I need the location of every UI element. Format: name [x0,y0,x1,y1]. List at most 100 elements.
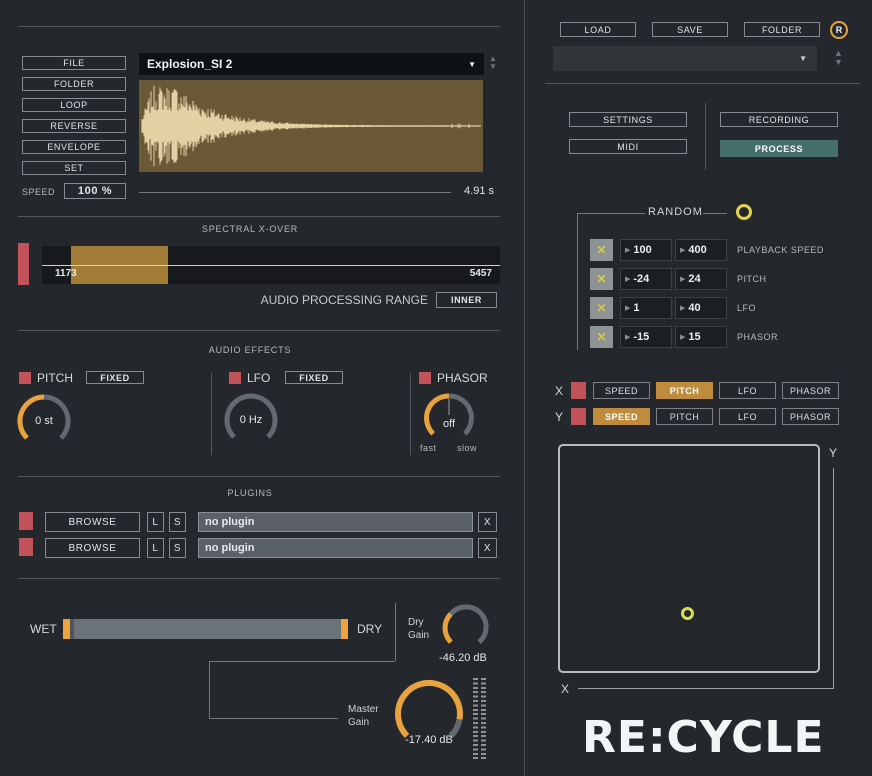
plugin-window: FILE FOLDER LOOP REVERSE ENVELOPE SET SP… [0,0,872,776]
x-assign-phasor-button[interactable]: PHASOR [782,382,839,399]
random-speed-max-value: 400 [688,244,706,256]
y-assign-speed-button[interactable]: SPEED [593,408,650,425]
divider [18,216,500,217]
plugin2-solo-button[interactable]: S [169,538,186,558]
random-speed-max-field[interactable]: ▶ 400 [675,239,727,261]
dry-gain-knob[interactable] [440,603,490,653]
wet-label: WET [30,622,57,636]
random-lfo-toggle[interactable]: ✕ [590,297,613,319]
settings-button[interactable]: SETTINGS [569,112,687,127]
randomize-badge[interactable]: R [830,21,848,39]
reverse-button[interactable]: REVERSE [22,119,126,133]
x-axis-enable-indicator[interactable] [571,382,586,399]
save-button[interactable]: SAVE [652,22,728,37]
random-phasor-min-value: -15 [633,331,649,343]
random-pitch-toggle[interactable]: ✕ [590,268,613,290]
loop-button[interactable]: LOOP [22,98,126,112]
midi-button[interactable]: MIDI [569,139,687,154]
plugin2-remove-button[interactable]: X [478,538,497,558]
stepper-down-icon[interactable]: ▼ [834,58,843,67]
phasor-knob[interactable]: off [422,391,476,445]
sample-stepper[interactable]: ▲ ▼ [489,55,497,71]
y-assign-pitch-button[interactable]: PITCH [656,408,713,425]
recording-button[interactable]: RECORDING [720,112,838,127]
xy-pad[interactable] [558,444,820,673]
preset-stepper[interactable]: ▲ ▼ [834,49,843,67]
xy-pad-puck[interactable] [681,607,694,620]
x-assign-pitch-button[interactable]: PITCH [656,382,713,399]
preset-select[interactable]: ▼ [553,46,817,71]
plugin2-name-field[interactable]: no plugin [198,538,473,558]
plugin1-browse-button[interactable]: BROWSE [45,512,140,532]
plugin1-name-field[interactable]: no plugin [198,512,473,532]
phasor-label: PHASOR [437,371,488,385]
lfo-enable-indicator[interactable] [229,372,241,384]
pitch-mode-button[interactable]: FIXED [86,371,144,384]
random-phasor-toggle[interactable]: ✕ [590,326,613,348]
waveform-icon [139,80,483,172]
random-section-title: RANDOM [648,206,703,218]
random-speed-min-field[interactable]: ▶ 100 [620,239,672,261]
spectral-enable-indicator[interactable] [18,243,29,285]
random-phasor-min-field[interactable]: ▶ -15 [620,326,672,348]
sample-select[interactable]: Explosion_SI 2 ▼ [139,53,484,75]
wet-dry-handle-left[interactable] [63,619,70,639]
stepper-down-icon[interactable]: ▼ [489,63,497,71]
wet-dry-slider[interactable] [63,619,348,639]
wet-dry-handle-right[interactable] [341,619,348,639]
lfo-value: 0 Hz [222,414,280,426]
envelope-button[interactable]: ENVELOPE [22,140,126,154]
pitch-knob[interactable]: 0 st [15,392,73,450]
plugin1-enable-indicator[interactable] [19,512,33,530]
x-axis-row-label: X [555,384,563,398]
chevron-down-icon: ▼ [799,54,807,63]
lfo-knob[interactable]: 0 Hz [222,391,280,449]
pitch-value: 0 st [15,415,73,427]
x-assign-lfo-button[interactable]: LFO [719,382,776,399]
chevron-down-icon: ▼ [468,60,476,69]
file-button[interactable]: FILE [22,56,126,70]
plugin2-browse-button[interactable]: BROWSE [45,538,140,558]
plugin1-solo-button[interactable]: S [169,512,186,532]
random-phasor-max-field[interactable]: ▶ 15 [675,326,727,348]
y-assign-phasor-button[interactable]: PHASOR [782,408,839,425]
speed-value-field[interactable]: 100 % [64,183,126,199]
random-lfo-min-field[interactable]: ▶ 1 [620,297,672,319]
connector [209,661,210,718]
load-button[interactable]: LOAD [560,22,636,37]
random-lfo-max-field[interactable]: ▶ 40 [675,297,727,319]
timeline [139,192,451,193]
x-assign-speed-button[interactable]: SPEED [593,382,650,399]
plugin1-remove-button[interactable]: X [478,512,497,532]
pitch-enable-indicator[interactable] [19,372,31,384]
pad-x-axis-label: X [561,682,569,696]
random-speed-toggle[interactable]: ✕ [590,239,613,261]
output-meter-left [473,678,478,760]
master-gain-value: -17.40 dB [398,734,460,746]
set-button[interactable]: SET [22,161,126,175]
random-pitch-max-field[interactable]: ▶ 24 [675,268,727,290]
triangle-right-icon: ▶ [680,275,685,283]
processing-range-mode-button[interactable]: INNER [436,292,497,308]
y-assign-lfo-button[interactable]: LFO [719,408,776,425]
phasor-max-label: slow [457,443,477,453]
folder-button[interactable]: FOLDER [22,77,126,91]
waveform-display[interactable] [139,80,483,172]
spectral-low-value: 1173 [55,268,77,279]
spectral-xover-slider[interactable]: 1173 5457 [42,246,500,284]
triangle-right-icon: ▶ [680,246,685,254]
lfo-mode-button[interactable]: FIXED [285,371,343,384]
plugin2-enable-indicator[interactable] [19,538,33,556]
plugin2-link-button[interactable]: L [147,538,164,558]
master-gain-label: Master Gain [348,703,379,729]
plugin1-link-button[interactable]: L [147,512,164,532]
effects-section-title: AUDIO EFFECTS [0,345,500,355]
y-axis-enable-indicator[interactable] [571,408,586,425]
random-trigger-button[interactable] [736,204,752,220]
process-button[interactable]: PROCESS [720,140,838,157]
random-pitch-min-field[interactable]: ▶ -24 [620,268,672,290]
phasor-enable-indicator[interactable] [419,372,431,384]
output-meter-right [481,678,486,760]
folder-preset-button[interactable]: FOLDER [744,22,820,37]
connector [209,661,395,662]
